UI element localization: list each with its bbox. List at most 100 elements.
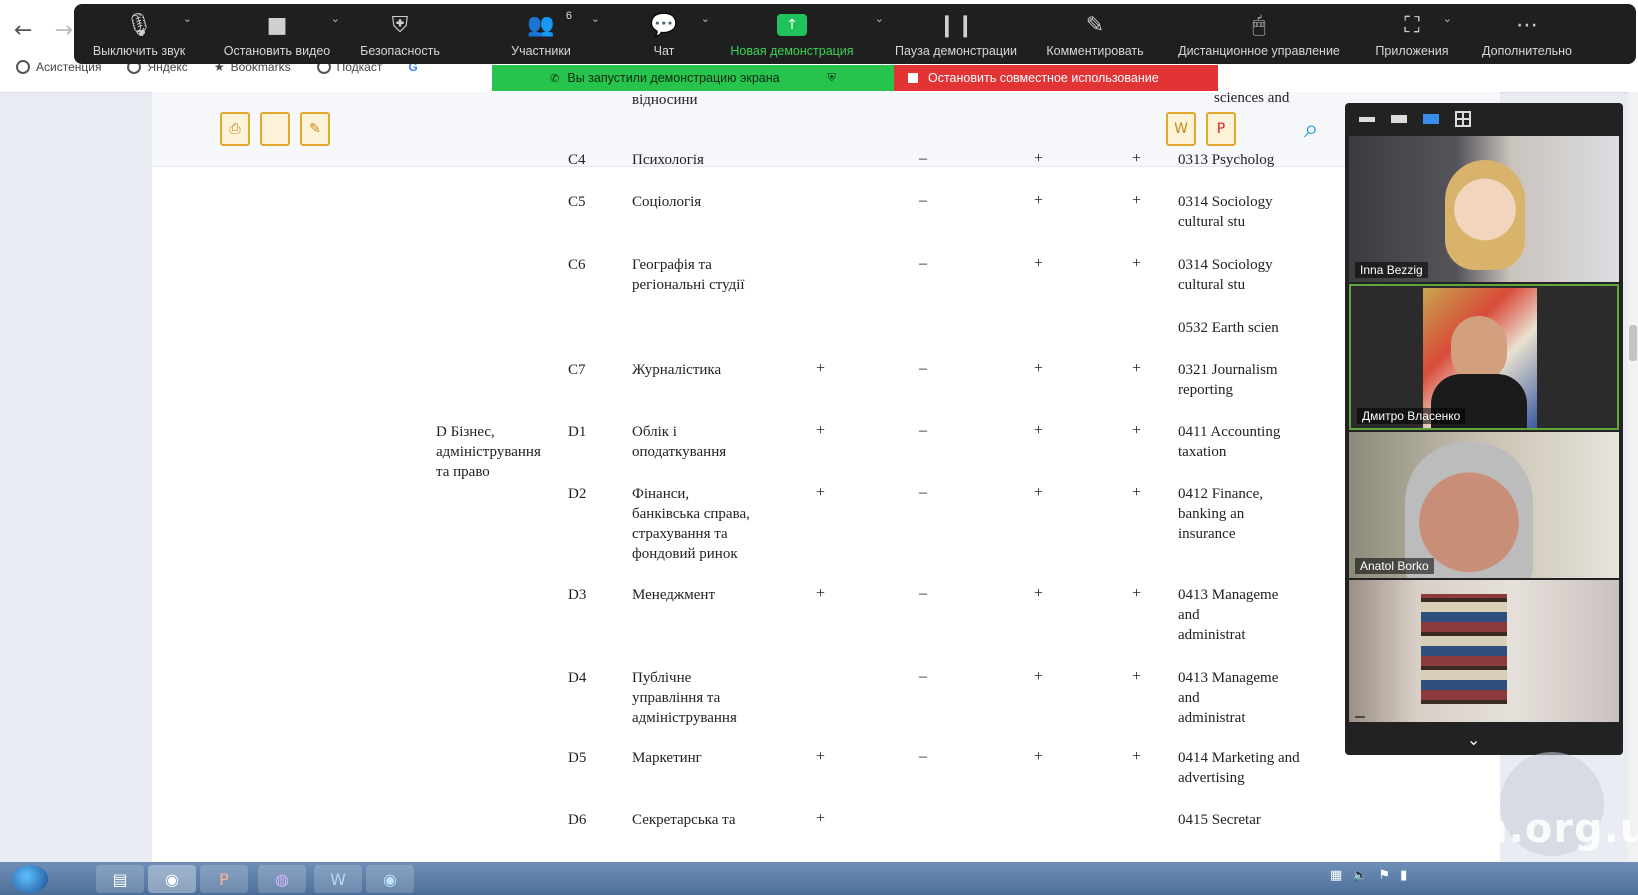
table-cell-mark: + xyxy=(1132,360,1142,377)
table-cell-mark: – xyxy=(919,360,927,377)
participant-video-tile[interactable]: Дмитро Власенко xyxy=(1349,284,1619,430)
print-icon[interactable]: ⎙ xyxy=(220,112,250,146)
table-cell-isced: insurance xyxy=(1178,526,1236,542)
chevron-down-icon[interactable]: ⌄ xyxy=(591,12,600,25)
table-cell-isced: taxation xyxy=(1178,444,1227,460)
table-cell-isced: 0412 Finance, xyxy=(1178,486,1263,502)
gallery-view-icon[interactable] xyxy=(1455,111,1471,127)
more-dots-icon: ⋯ xyxy=(1516,12,1538,38)
table-cell-isced: cultural stu xyxy=(1178,277,1246,293)
table-cell-mark: – xyxy=(919,668,927,685)
shield-icon: ⛨ xyxy=(827,71,836,84)
bookshelf xyxy=(1421,594,1507,704)
chevron-down-icon[interactable]: ⌄ xyxy=(1443,12,1452,25)
zoom-icon[interactable]: ◉ xyxy=(366,865,414,893)
file-explorer-icon[interactable]: ▤ xyxy=(96,865,144,893)
table-cell-name: Фінанси, xyxy=(632,486,690,502)
table-cell-mark: + xyxy=(1034,484,1044,501)
stop-square-icon xyxy=(908,73,918,83)
participant-video-tile[interactable]: Anatol Borko xyxy=(1349,432,1619,578)
hide-video-icon[interactable] xyxy=(1391,115,1407,123)
participant-video-tile[interactable]: Inna Bezzig xyxy=(1349,136,1619,282)
stop-share-button[interactable]: Остановить совместное использование xyxy=(894,65,1218,91)
chevron-down-icon[interactable]: ⌄ xyxy=(183,12,192,25)
forward-arrow-icon[interactable]: → xyxy=(54,18,72,43)
participant-face xyxy=(1445,160,1525,270)
table-cell-mark: + xyxy=(816,748,826,765)
table-cell-name: відносини xyxy=(632,92,698,108)
word-icon[interactable]: W xyxy=(314,865,362,893)
remote-control-button[interactable]: 🖱 Дистанционное управление xyxy=(1164,4,1354,64)
table-cell-mark: – xyxy=(919,585,927,602)
participant-video-tile[interactable] xyxy=(1349,580,1619,722)
table-cell-isced: 0413 Manageme xyxy=(1178,670,1279,686)
table-cell-code: C4 xyxy=(568,152,586,168)
table-cell-name: фондовий ринок xyxy=(632,546,738,562)
speaker-view-icon[interactable] xyxy=(1423,114,1439,124)
battery-icon[interactable]: ▮ xyxy=(1400,868,1407,883)
mute-button[interactable]: 🎙 Выключить звук ⌄ xyxy=(84,4,194,64)
screen-sharing-banner: ✆ Вы запустили демонстрацию экрана ⛨ xyxy=(492,65,894,91)
table-cell-isced: 0313 Psycholog xyxy=(1178,152,1275,168)
table-cell-isced: administrat xyxy=(1178,627,1246,643)
chevron-down-icon[interactable]: ⌄ xyxy=(331,12,340,25)
pencil-icon: ✎ xyxy=(1085,12,1105,38)
table-cell-mark: + xyxy=(1034,150,1044,167)
flag-icon[interactable]: ⚑ xyxy=(1378,868,1390,883)
table-cell-isced: and xyxy=(1178,607,1200,623)
volume-icon[interactable]: 🔈 xyxy=(1352,868,1368,883)
scrollbar-track[interactable] xyxy=(1628,92,1638,862)
table-cell-mark: + xyxy=(1132,192,1142,209)
minimize-icon[interactable] xyxy=(1359,116,1375,122)
table-cell-isced: reporting xyxy=(1178,382,1233,398)
pdf-icon[interactable]: P xyxy=(1206,112,1236,146)
table-cell-isced: and xyxy=(1178,690,1200,706)
participants-count: 6 xyxy=(565,10,572,22)
chevron-down-icon[interactable]: ⌄ xyxy=(875,12,884,25)
new-share-button[interactable]: ↑ Новая демонстрация ⌄ xyxy=(720,4,884,64)
table-cell-name: Менеджмент xyxy=(632,587,716,603)
more-button[interactable]: ⋯ Дополнительно xyxy=(1472,4,1582,64)
pause-share-button[interactable]: ❙❙ Пауза демонстрации xyxy=(884,4,1028,64)
table-cell-mark: + xyxy=(1034,360,1044,377)
chevron-down-icon[interactable]: ⌄ xyxy=(1467,730,1480,749)
table-cell-mark: + xyxy=(1132,422,1142,439)
edit-icon[interactable]: ✎ xyxy=(300,112,330,146)
document-icon[interactable] xyxy=(260,112,290,146)
windows-start-icon[interactable] xyxy=(12,865,48,893)
search-icon[interactable]: ⌕ xyxy=(1304,114,1319,145)
table-cell-mark: + xyxy=(816,422,826,439)
mouse-icon: 🖱 xyxy=(1252,12,1266,38)
table-cell-isced: administrat xyxy=(1178,710,1246,726)
table-cell-isced: 0413 Manageme xyxy=(1178,587,1279,603)
table-cell-isced: 0321 Journalism xyxy=(1178,362,1278,378)
security-button[interactable]: ⛨ Безопасность xyxy=(352,4,448,64)
powerpoint-icon[interactable]: P xyxy=(200,865,248,893)
table-cell-mark: + xyxy=(1132,748,1142,765)
docx-icon[interactable]: W xyxy=(1166,112,1196,146)
chevron-down-icon[interactable]: ⌄ xyxy=(701,12,710,25)
document-toolbar: ⎙ ✎ W P ⌕ xyxy=(152,92,1500,167)
table-cell-mark: – xyxy=(919,192,927,209)
participants-button[interactable]: 👥 6 Участники ⌄ xyxy=(486,4,600,64)
table-cell-mark: + xyxy=(816,360,826,377)
pause-icon: ❙❙ xyxy=(937,12,975,38)
stop-video-button[interactable]: ■ Остановить видео ⌄ xyxy=(212,4,342,64)
table-cell-name: Соціологія xyxy=(632,194,702,210)
scrollbar-thumb[interactable] xyxy=(1629,325,1637,361)
chrome-icon[interactable]: ◉ xyxy=(148,865,196,893)
annotate-button[interactable]: ✎ Комментировать xyxy=(1036,4,1154,64)
table-cell-isced: sciences and xyxy=(1214,92,1290,106)
table-cell-mark: – xyxy=(919,422,927,439)
viber-icon[interactable]: ◍ xyxy=(258,865,306,893)
table-cell-mark: + xyxy=(1034,192,1044,209)
table-cell-mark: – xyxy=(919,255,927,272)
back-arrow-icon[interactable]: ← xyxy=(14,18,32,43)
network-icon[interactable]: ▦ xyxy=(1330,868,1342,883)
table-cell-code: D1 xyxy=(568,424,587,440)
table-cell-code: C5 xyxy=(568,194,586,210)
apps-button[interactable]: ⛶ Приложения ⌄ xyxy=(1364,4,1460,64)
chat-button[interactable]: 💬 Чат ⌄ xyxy=(634,4,710,64)
table-cell-mark: + xyxy=(1132,150,1142,167)
table-cell-mark: + xyxy=(816,810,826,827)
